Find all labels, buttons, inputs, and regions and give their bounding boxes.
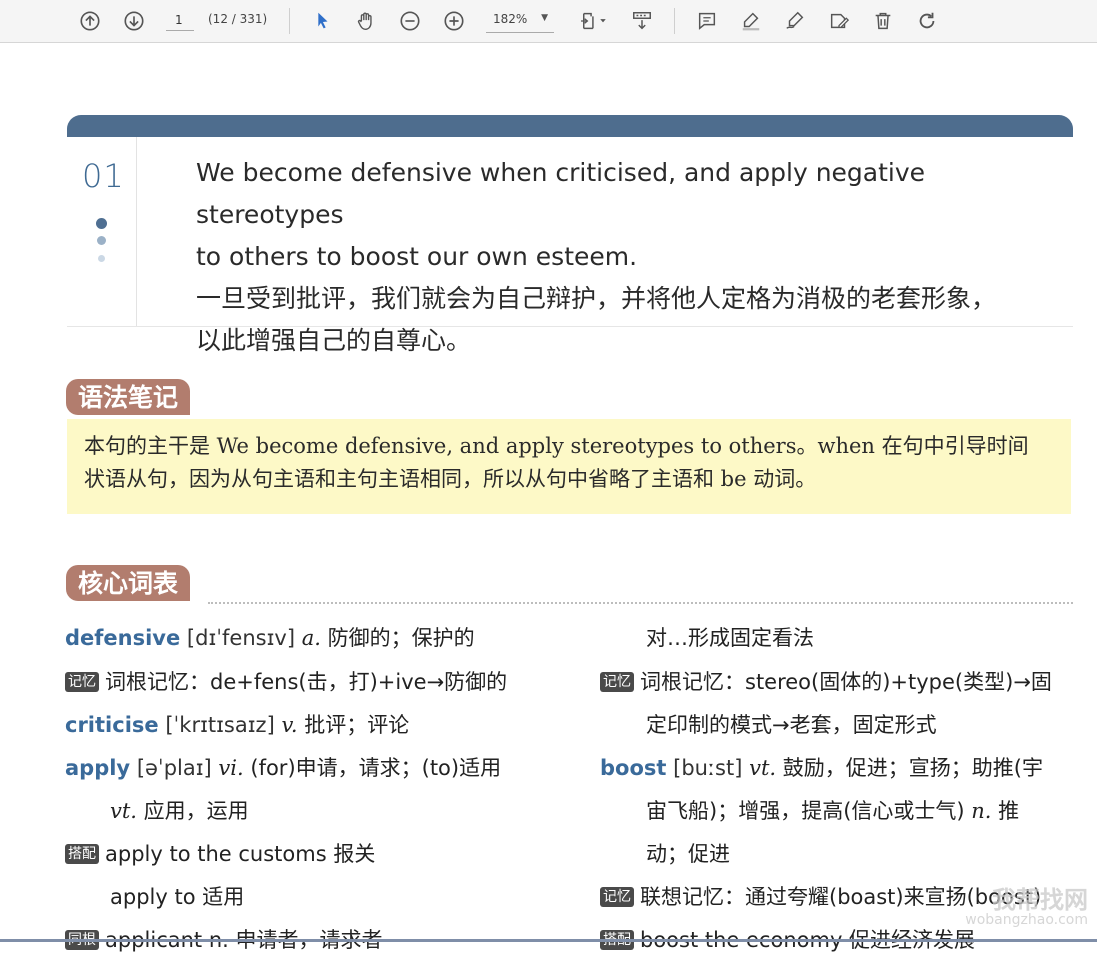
watermark-url: wobangzhao.com: [965, 912, 1088, 928]
highlight-icon[interactable]: [737, 7, 765, 35]
vocab-definition-line: vt. 应用，运用: [110, 795, 249, 825]
vocab-definition: (for)申请，请求；(to)适用: [250, 756, 502, 780]
dot-icon: [96, 218, 107, 229]
vocab-entry-apply: apply [əˈplaɪ] vi. (for)申请，请求；(to)适用: [65, 752, 501, 782]
sentence-english-line: We become defensive when criticised, and…: [196, 158, 926, 229]
vocab-pos: v.: [281, 713, 298, 737]
zoom-level-value: 182%: [493, 12, 528, 26]
vocab-definition-line: 动；促进: [646, 838, 730, 868]
vocab-pos: vt.: [110, 799, 137, 823]
vocab-definition: 批评；评论: [304, 713, 410, 737]
grammar-notes-text: 本句的主干是 We become defensive, and apply st…: [84, 430, 1059, 496]
collocation-badge: 搭配: [65, 844, 99, 864]
page-up-icon[interactable]: [76, 7, 104, 35]
vocab-pos: vi.: [218, 756, 244, 780]
pdf-toolbar: (12 / 331) 182% ▼: [0, 0, 1097, 43]
sentence-chinese-line: 一旦受到批评，我们就会为自己辩护，并将他人定格为消极的老套形象，: [196, 284, 997, 313]
memory-badge: 记忆: [600, 672, 634, 692]
vocab-entry-boost: boost [buːst] vt. 鼓励，促进；宣扬；助推(宇: [600, 752, 1043, 782]
grammar-line: 本句的主干是 We become defensive, and apply st…: [84, 434, 1029, 458]
sentence-text: We become defensive when criticised, and…: [196, 152, 1066, 362]
watermark: 我帮找网 wobangzhao.com: [838, 876, 1097, 942]
vocab-definition: 应用，运用: [143, 799, 249, 823]
vocab-definition: 鼓励，促进；宣扬；助推(宇: [782, 756, 1043, 780]
zoom-level-select[interactable]: 182% ▼: [486, 9, 554, 33]
edit-text-icon[interactable]: [825, 7, 853, 35]
vocab-phonetic: [dɪˈfensɪv]: [186, 626, 296, 650]
vocab-memory-text: 词根记忆：de+fens(击，打)+ive→防御的: [105, 670, 508, 694]
vocab-word: criticise: [65, 713, 159, 737]
page-count: (12 / 331): [208, 12, 268, 26]
sentence-english-line: to others to boost our own esteem.: [196, 242, 638, 271]
vocab-definition: 宙飞船)；增强，提高(信心或士气): [646, 799, 965, 823]
select-cursor-icon[interactable]: [308, 7, 336, 35]
vocab-dotted-rule: [208, 602, 1073, 604]
vocab-collocation-line: 搭配 apply to the customs 报关: [65, 838, 375, 868]
zoom-out-icon[interactable]: [396, 7, 424, 35]
sentence-chinese-line: 以此增强自己的自尊心。: [196, 326, 472, 355]
dot-icon: [98, 255, 105, 262]
vocab-phonetic: [əˈplaɪ]: [136, 756, 212, 780]
fit-page-icon[interactable]: [572, 7, 612, 35]
vocab-word: defensive: [65, 626, 181, 650]
divider-vertical: [136, 137, 137, 327]
toolbar-divider: [289, 8, 290, 34]
read-mode-icon[interactable]: [628, 7, 656, 35]
vocab-definition: 推: [998, 799, 1020, 823]
memory-badge: 记忆: [600, 887, 634, 907]
vocab-collocation-text: apply to 适用: [110, 885, 245, 909]
vocab-title: 核心词表: [66, 565, 191, 601]
band-notch: [137, 137, 161, 151]
vocab-collocation-text: apply to the customs 报关: [105, 842, 376, 866]
vocab-word: boost: [600, 756, 667, 780]
vocab-definition-line: 对…形成固定看法: [646, 622, 814, 652]
vocab-definition: 防御的；保护的: [327, 626, 475, 650]
vocab-pos: n.: [971, 799, 992, 823]
zoom-in-icon[interactable]: [440, 7, 468, 35]
memory-badge: 记忆: [65, 672, 99, 692]
vocab-pos: vt.: [749, 756, 777, 780]
page-number-input[interactable]: [166, 9, 194, 31]
vocab-entry-criticise: criticise [ˈkrɪtɪsaɪz] v. 批评；评论: [65, 709, 409, 739]
dot-icon: [97, 236, 106, 245]
vocab-entry-defensive: defensive [dɪˈfensɪv] a. 防御的；保护的: [65, 622, 475, 652]
vocab-definition: 对…形成固定看法: [646, 626, 814, 650]
vocab-memory-text: 定印制的模式→老套，固定形式: [646, 713, 937, 737]
draw-icon[interactable]: [781, 7, 809, 35]
rotate-icon[interactable]: [913, 7, 941, 35]
header-band: [67, 115, 1073, 137]
delete-icon[interactable]: [869, 7, 897, 35]
vocab-word: apply: [65, 756, 131, 780]
vocab-definition: 动；促进: [646, 842, 730, 866]
vocab-collocation-line: apply to 适用: [110, 881, 244, 911]
grammar-notes-title: 语法笔记: [66, 379, 191, 415]
vocab-phonetic: [ˈkrɪtɪsaɪz]: [165, 713, 275, 737]
grammar-line: 状语从句，因为从句主语和主句主语相同，所以从句中省略了主语和 be 动词。: [84, 467, 817, 491]
page-down-icon[interactable]: [120, 7, 148, 35]
sentence-number: 01: [82, 157, 125, 195]
watermark-text: 我帮找网: [992, 886, 1088, 914]
chevron-down-icon: ▼: [541, 13, 548, 23]
vocab-pos: a.: [301, 626, 321, 650]
vocab-memory-line: 记忆 词根记忆：stereo(固体的)+type(类型)→固: [600, 666, 1052, 696]
hand-tool-icon[interactable]: [352, 7, 380, 35]
vocab-memory-line: 记忆 词根记忆：de+fens(击，打)+ive→防御的: [65, 666, 507, 696]
vocab-memory-line: 定印制的模式→老套，固定形式: [646, 709, 937, 739]
comment-icon[interactable]: [693, 7, 721, 35]
vocab-phonetic: [buːst]: [673, 756, 743, 780]
toolbar-divider: [674, 8, 675, 34]
vocab-memory-text: 词根记忆：stereo(固体的)+type(类型)→固: [640, 670, 1052, 694]
vocab-definition-line: 宙飞船)；增强，提高(信心或士气) n. 推: [646, 795, 1019, 825]
